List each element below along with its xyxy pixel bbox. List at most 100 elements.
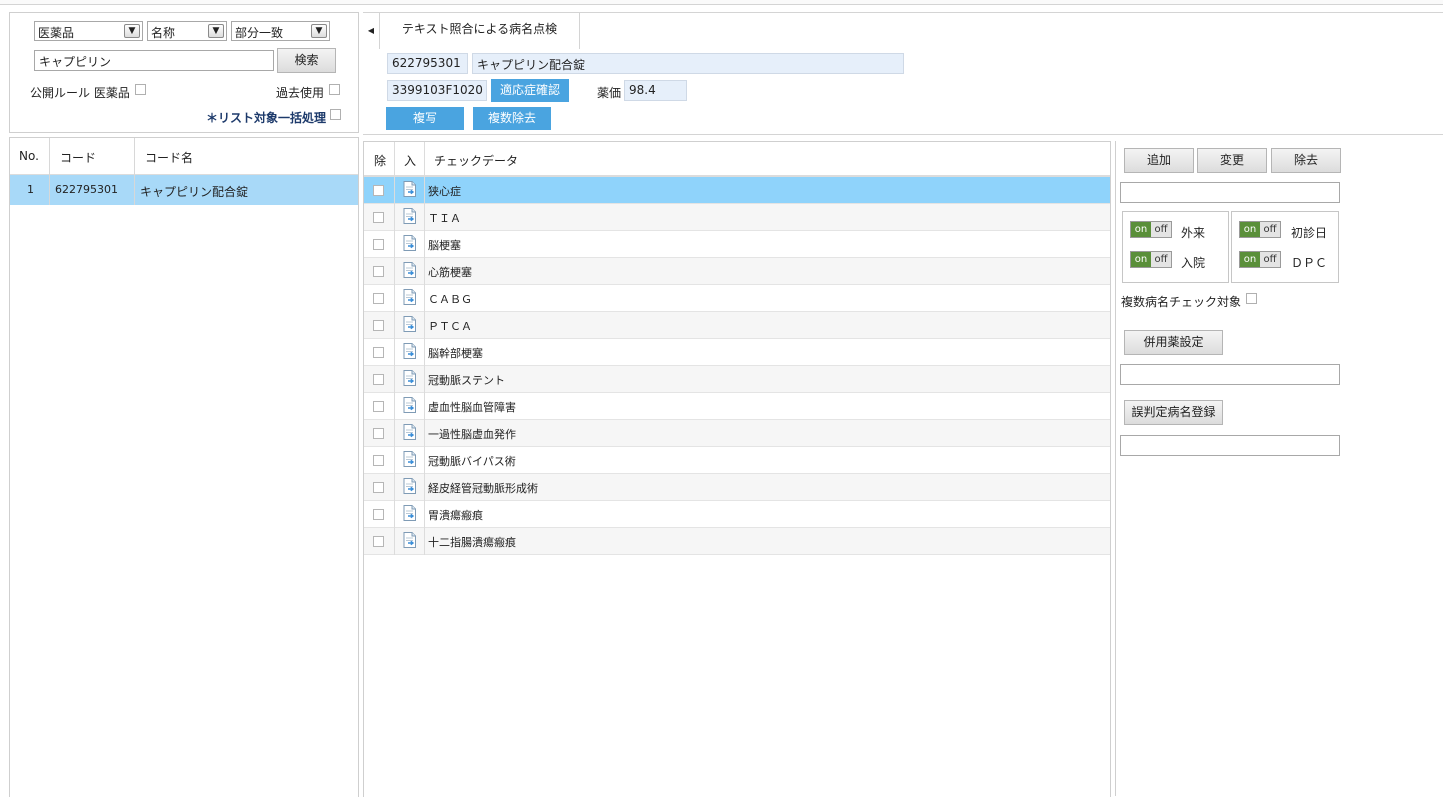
multi-check-checkbox[interactable]	[1246, 293, 1257, 304]
concomitant-drug-button[interactable]: 併用薬設定	[1124, 330, 1223, 355]
multi-remove-button[interactable]: 複数除去	[473, 107, 551, 130]
table-row[interactable]: 十二指腸潰瘍瘢痕	[364, 528, 1110, 555]
column-header-code-name: コード名	[145, 151, 194, 165]
table-row[interactable]: ＴＩＡ	[364, 204, 1110, 231]
table-row[interactable]: ＣＡＢＧ	[364, 285, 1110, 312]
disease-name-input[interactable]	[1120, 182, 1340, 203]
change-button[interactable]: 変更	[1197, 148, 1267, 173]
indication-check-button[interactable]: 適応症確認	[491, 79, 569, 102]
check-data-name: 一過性脳虚血発作	[428, 428, 516, 441]
dpc-toggle[interactable]: on off	[1239, 251, 1281, 268]
table-row[interactable]: 一過性脳虚血発作	[364, 420, 1110, 447]
price-label: 薬価	[597, 86, 622, 100]
yj-code-field: 3399103F1020	[387, 80, 487, 101]
table-row[interactable]: 冠動脈ステント	[364, 366, 1110, 393]
price-field: 98.4	[624, 80, 687, 101]
category-select-value: 医薬品	[38, 26, 75, 40]
public-rule-checkbox[interactable]	[135, 84, 146, 95]
table-row[interactable]: 心筋梗塞	[364, 258, 1110, 285]
past-use-checkbox[interactable]	[329, 84, 340, 95]
document-arrow-icon[interactable]	[403, 370, 416, 386]
column-header-check-data: チェックデータ	[434, 154, 519, 168]
remove-checkbox[interactable]	[373, 374, 384, 385]
search-panel: 医薬品 ▼ 名称 ▼ 部分一致 ▼ キャプピリン 検索 公開ルール 医薬品 過去…	[9, 12, 359, 133]
remove-checkbox[interactable]	[373, 239, 384, 250]
past-use-label: 過去使用	[276, 86, 325, 100]
public-rule-label: 公開ルール 医薬品	[30, 86, 130, 100]
remove-checkbox[interactable]	[373, 455, 384, 466]
document-arrow-icon[interactable]	[403, 289, 416, 305]
table-row[interactable]: ＰＴＣＡ	[364, 312, 1110, 339]
table-row[interactable]: 脳梗塞	[364, 231, 1110, 258]
first-visit-toggle[interactable]: on off	[1239, 221, 1281, 238]
match-select[interactable]: 部分一致 ▼	[231, 21, 330, 41]
document-arrow-icon[interactable]	[403, 181, 416, 197]
drug-code-field: 622795301	[387, 53, 468, 74]
remove-checkbox[interactable]	[373, 293, 384, 304]
document-arrow-icon[interactable]	[403, 262, 416, 278]
remove-checkbox[interactable]	[373, 428, 384, 439]
document-arrow-icon[interactable]	[403, 343, 416, 359]
chevron-down-icon[interactable]: ▼	[208, 24, 224, 38]
remove-checkbox[interactable]	[373, 509, 384, 520]
category-select[interactable]: 医薬品 ▼	[34, 21, 143, 41]
check-list-header: 除 入 チェックデータ	[364, 142, 1110, 177]
table-row[interactable]: 虚血性脳血管障害	[364, 393, 1110, 420]
table-row[interactable]: 脳幹部梗塞	[364, 339, 1110, 366]
remove-button[interactable]: 除去	[1271, 148, 1341, 173]
drug-name-field: キャプピリン配合錠	[472, 53, 904, 74]
remove-checkbox[interactable]	[373, 347, 384, 358]
inpatient-toggle[interactable]: on off	[1130, 251, 1172, 268]
concomitant-drug-input[interactable]	[1120, 364, 1340, 385]
copy-button[interactable]: 複写	[386, 107, 464, 130]
misjudge-register-button[interactable]: 誤判定病名登録	[1124, 400, 1223, 425]
check-data-name: 胃潰瘍瘢痕	[428, 509, 483, 522]
document-arrow-icon[interactable]	[403, 478, 416, 494]
dpc-label: ＤＰＣ	[1291, 256, 1328, 270]
check-data-list: 除 入 チェックデータ 狭心症 ＴＩＡ 脳梗塞心筋梗塞 ＣＡＢＧ ＰＴＣＡ 脳幹部梗塞冠動…	[363, 141, 1111, 797]
chevron-down-icon[interactable]: ▼	[311, 24, 327, 38]
table-row[interactable]: 冠動脈バイパス術	[364, 447, 1110, 474]
check-data-name: 心筋梗塞	[428, 266, 472, 279]
document-arrow-icon[interactable]	[403, 316, 416, 332]
remove-checkbox[interactable]	[373, 401, 384, 412]
chevron-down-icon[interactable]: ▼	[124, 24, 140, 38]
remove-checkbox[interactable]	[373, 536, 384, 547]
column-divider	[394, 142, 395, 555]
table-row[interactable]: 経皮経管冠動脈形成術	[364, 474, 1110, 501]
field-select-value: 名称	[151, 26, 176, 40]
document-arrow-icon[interactable]	[403, 424, 416, 440]
check-data-name: 脳梗塞	[428, 239, 461, 252]
document-arrow-icon[interactable]	[403, 397, 416, 413]
check-data-name: 脳幹部梗塞	[428, 347, 483, 360]
field-select[interactable]: 名称 ▼	[147, 21, 227, 41]
remove-checkbox[interactable]	[373, 482, 384, 493]
visit-type-toggles: on off 初診日 on off ＤＰＣ	[1231, 211, 1339, 283]
check-data-name: 狭心症	[428, 185, 461, 198]
add-button[interactable]: 追加	[1124, 148, 1194, 173]
table-row[interactable]: 1 622795301 キャプピリン配合錠	[10, 175, 358, 205]
document-arrow-icon[interactable]	[403, 208, 416, 224]
document-arrow-icon[interactable]	[403, 451, 416, 467]
remove-checkbox[interactable]	[373, 266, 384, 277]
tab-text-match-check[interactable]: テキスト照合による病名点検	[380, 13, 580, 49]
check-data-name: 冠動脈ステント	[428, 374, 505, 387]
table-row[interactable]: 狭心症	[364, 177, 1110, 204]
remove-checkbox[interactable]	[373, 185, 384, 196]
check-data-name: 虚血性脳血管障害	[428, 401, 516, 414]
remove-checkbox[interactable]	[373, 212, 384, 223]
outpatient-toggle[interactable]: on off	[1130, 221, 1172, 238]
row-code: 622795301	[55, 183, 118, 196]
search-button[interactable]: 検索	[277, 48, 336, 73]
document-arrow-icon[interactable]	[403, 235, 416, 251]
remove-checkbox[interactable]	[373, 320, 384, 331]
check-data-name: ＰＴＣＡ	[428, 320, 472, 333]
search-input[interactable]: キャプピリン	[34, 50, 274, 71]
table-row[interactable]: 胃潰瘍瘢痕	[364, 501, 1110, 528]
collapse-left-icon[interactable]: ◀	[363, 13, 380, 49]
bulk-process-checkbox[interactable]	[330, 109, 341, 120]
document-arrow-icon[interactable]	[403, 505, 416, 521]
document-arrow-icon[interactable]	[403, 532, 416, 548]
multi-check-label: 複数病名チェック対象	[1121, 295, 1242, 309]
misjudge-input[interactable]	[1120, 435, 1340, 456]
